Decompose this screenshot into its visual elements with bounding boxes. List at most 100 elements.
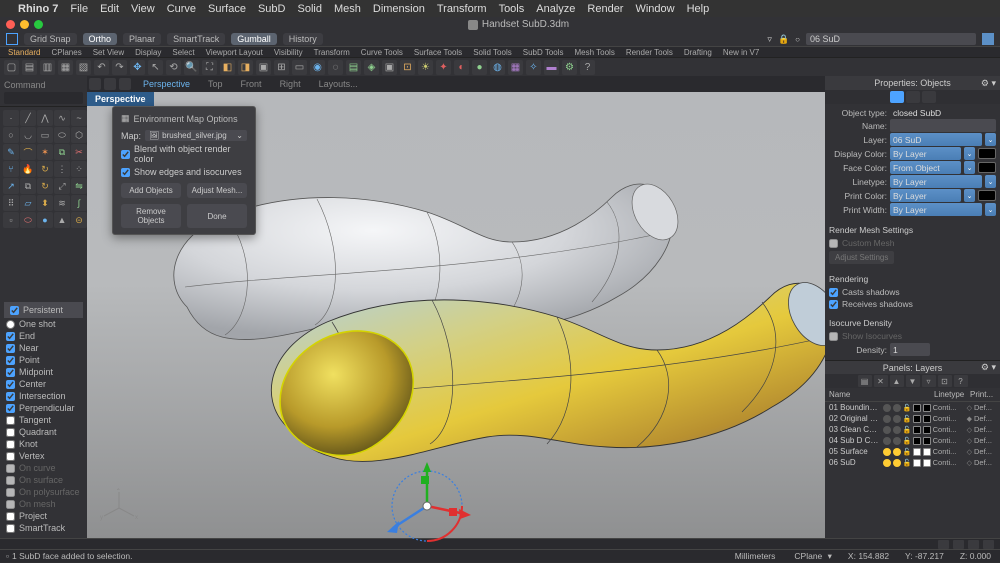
visibility-icon[interactable]: [883, 448, 891, 456]
layer-linetype[interactable]: Conti...: [933, 414, 965, 423]
tab-drafting[interactable]: Drafting: [680, 48, 716, 57]
val-pcol[interactable]: By Layer: [890, 189, 961, 202]
undo-icon[interactable]: ↶: [94, 60, 109, 75]
help-icon[interactable]: ?: [580, 60, 595, 75]
osnap-perpendicular[interactable]: [6, 404, 15, 413]
vtab-perspective[interactable]: Perspective: [135, 77, 198, 91]
osnap-vertex[interactable]: [6, 452, 15, 461]
envmap-blend-check[interactable]: [121, 150, 130, 159]
menu-surface[interactable]: Surface: [208, 3, 246, 15]
line-tool-icon[interactable]: ╱: [20, 110, 36, 126]
tab-transform[interactable]: Transform: [310, 48, 354, 57]
mini-icon[interactable]: [983, 540, 994, 549]
disp-arrow-icon[interactable]: ⌄: [964, 147, 975, 160]
current-layer-dropdown[interactable]: 06 SuD: [806, 33, 976, 45]
proptab-texture-icon[interactable]: [922, 91, 936, 103]
layer-material-swatch[interactable]: [923, 459, 931, 467]
layer-prop-icon[interactable]: ⊡: [938, 375, 952, 387]
snap-gridsnap[interactable]: Grid Snap: [24, 33, 77, 45]
vtab-grid3-icon[interactable]: [119, 78, 131, 90]
scale-tool-icon[interactable]: ⤢: [54, 178, 70, 194]
tab-subdtools[interactable]: SubD Tools: [519, 48, 568, 57]
layer-new-icon[interactable]: ▤: [858, 375, 872, 387]
snap-gumball[interactable]: Gumball: [231, 33, 277, 45]
visibility2-icon[interactable]: [893, 448, 901, 456]
layer-print[interactable]: Def...: [974, 436, 996, 445]
material-icon[interactable]: ●: [472, 60, 487, 75]
flame-tool-icon[interactable]: 🔥: [20, 161, 36, 177]
surface-tool-icon[interactable]: ▱: [20, 195, 36, 211]
visibility2-icon[interactable]: [893, 426, 901, 434]
pipe-tool-icon[interactable]: ⊝: [71, 212, 87, 228]
filter-icon[interactable]: ▿: [767, 34, 772, 45]
environ-icon[interactable]: ◍: [490, 60, 505, 75]
osnap-near[interactable]: [6, 344, 15, 353]
move-tool-icon[interactable]: ↗: [3, 178, 19, 194]
menu-render[interactable]: Render: [587, 3, 623, 15]
circle-tool-icon[interactable]: ○: [3, 127, 19, 143]
osnap-persistent[interactable]: [10, 306, 19, 315]
layer-print[interactable]: Def...: [974, 458, 996, 467]
gear-icon[interactable]: ⚙ ▾: [981, 362, 996, 373]
layer-material-swatch[interactable]: [923, 415, 931, 423]
tab-meshtools[interactable]: Mesh Tools: [571, 48, 619, 57]
layer-color-swatch[interactable]: [913, 404, 921, 412]
layer-help-icon[interactable]: ?: [954, 375, 968, 387]
tab-visibility[interactable]: Visibility: [270, 48, 307, 57]
panel-toggle-icon[interactable]: [982, 33, 994, 45]
menu-edit[interactable]: Edit: [100, 3, 119, 15]
mini-icon[interactable]: [953, 540, 964, 549]
vtab-layouts[interactable]: Layouts...: [311, 77, 366, 91]
osnap-intersection[interactable]: [6, 392, 15, 401]
envmap-adjust-button[interactable]: Adjust Mesh...: [187, 183, 247, 198]
menu-file[interactable]: File: [70, 3, 88, 15]
tab-rendertools[interactable]: Render Tools: [622, 48, 677, 57]
rect-tool-icon[interactable]: ▭: [37, 127, 53, 143]
rebuild-tool-icon[interactable]: ↻: [37, 161, 53, 177]
lock-icon[interactable]: 🔓: [903, 426, 911, 434]
visibility2-icon[interactable]: [893, 415, 901, 423]
layer-arrow-icon[interactable]: ⌄: [985, 133, 996, 146]
vtab-right[interactable]: Right: [272, 77, 309, 91]
layer-color-swatch[interactable]: [913, 437, 921, 445]
layer-linetype[interactable]: Conti...: [933, 436, 965, 445]
layer-row[interactable]: 06 SuD 🔓 Conti... ◇ Def...: [825, 457, 1000, 468]
mirror-tool-icon[interactable]: ⇋: [71, 178, 87, 194]
tab-solidtools[interactable]: Solid Tools: [469, 48, 516, 57]
layer-print[interactable]: Def...: [974, 403, 996, 412]
options-icon[interactable]: ⚙: [562, 60, 577, 75]
osnap-project[interactable]: [6, 512, 15, 521]
print-diamond-icon[interactable]: ◆: [967, 415, 972, 423]
visibility2-icon[interactable]: [893, 437, 901, 445]
snap-history[interactable]: History: [283, 33, 323, 45]
menu-analyze[interactable]: Analyze: [536, 3, 575, 15]
tab-standard[interactable]: Standard: [4, 48, 44, 57]
osnap-center[interactable]: [6, 380, 15, 389]
visibility-icon[interactable]: [883, 404, 891, 412]
lock-icon[interactable]: 🔓: [903, 404, 911, 412]
recv-check[interactable]: [829, 300, 838, 309]
col-linetype[interactable]: Linetype: [934, 390, 970, 399]
viewport[interactable]: Perspective Top Front Right Layouts... P…: [87, 76, 825, 538]
vtab-grid2-icon[interactable]: [104, 78, 116, 90]
showrender-icon[interactable]: ◐: [454, 60, 469, 75]
point-tool-icon[interactable]: ·: [3, 110, 19, 126]
close-window-icon[interactable]: [6, 20, 15, 29]
menu-help[interactable]: Help: [687, 3, 710, 15]
loft-tool-icon[interactable]: ≋: [54, 195, 70, 211]
face-arrow-icon[interactable]: ⌄: [964, 161, 975, 174]
curveedit-tool-icon[interactable]: ✎: [3, 144, 19, 160]
layeron-icon[interactable]: ◈: [364, 60, 379, 75]
tab-viewportlayout[interactable]: Viewport Layout: [202, 48, 267, 57]
val-density[interactable]: 1: [890, 343, 930, 356]
visibility-icon[interactable]: [883, 437, 891, 445]
window-select-icon[interactable]: [6, 33, 18, 45]
lock-icon[interactable]: 🔓: [903, 415, 911, 423]
layer-material-swatch[interactable]: [923, 448, 931, 456]
menu-curve[interactable]: Curve: [167, 3, 196, 15]
render-icon[interactable]: ☀: [418, 60, 433, 75]
curve-tool-icon[interactable]: ∿: [54, 110, 70, 126]
menu-solid[interactable]: Solid: [298, 3, 322, 15]
trim-tool-icon[interactable]: ✂: [71, 144, 87, 160]
interpcurve-tool-icon[interactable]: ~: [71, 110, 87, 126]
